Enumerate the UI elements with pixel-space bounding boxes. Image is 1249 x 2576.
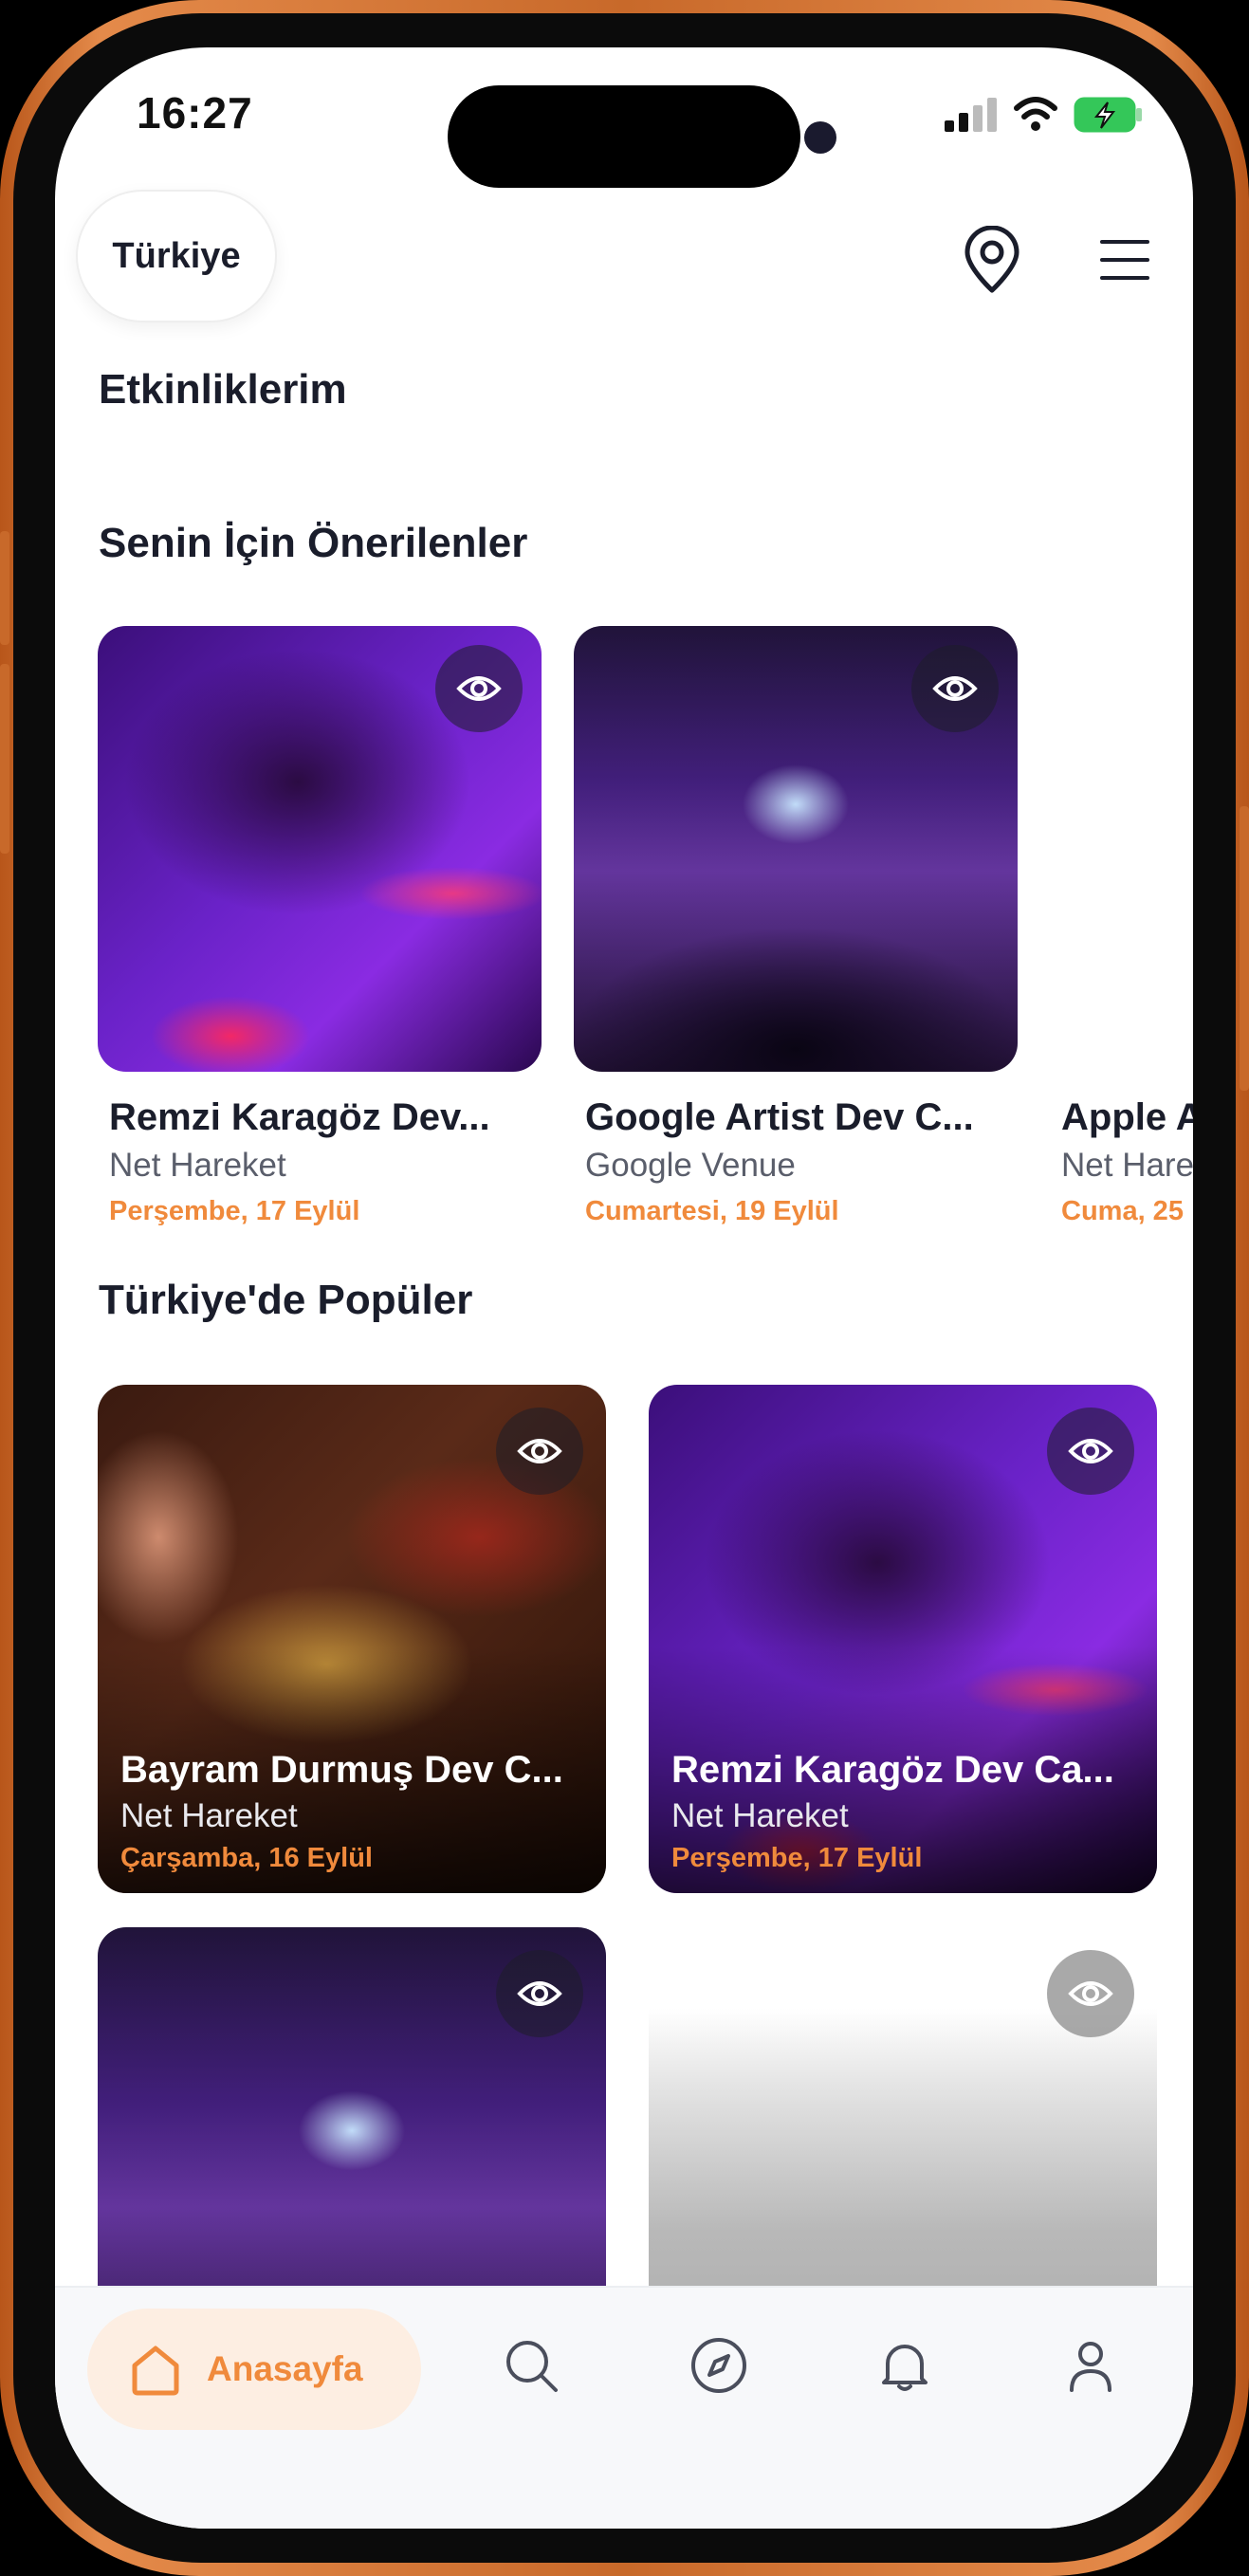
recommended-card[interactable]: Google Artist Dev C... Google Venue Cuma…: [574, 626, 1018, 1227]
home-icon: [132, 2346, 179, 2396]
my-events-title: Etkinliklerim: [99, 366, 347, 413]
event-image-dj: [98, 626, 542, 1072]
tab-home[interactable]: Anasayfa: [87, 2309, 421, 2430]
wifi-icon: [1014, 97, 1057, 131]
event-image-empty: [1050, 626, 1193, 1072]
recommended-title: Senin İçin Önerilenler: [99, 520, 528, 566]
eye-icon[interactable]: [496, 1950, 583, 2037]
screen: 16:27 Türkiye Etkinliklerim Senin İçin Ö…: [55, 47, 1193, 2529]
event-venue: Net Hareket: [671, 1797, 849, 1834]
profile-icon[interactable]: [1053, 2328, 1129, 2403]
event-title: Google Artist Dev C...: [585, 1096, 974, 1138]
event-title: Apple A: [1061, 1096, 1193, 1138]
event-venue: Net Hareket: [120, 1797, 298, 1834]
event-date: Cuma, 25: [1061, 1196, 1184, 1226]
event-date: Çarşamba, 16 Eylül: [120, 1843, 373, 1873]
event-title: Bayram Durmuş Dev C...: [120, 1749, 563, 1791]
popular-title: Türkiye'de Popüler: [99, 1277, 473, 1323]
event-date: Perşembe, 17 Eylül: [109, 1196, 360, 1226]
event-venue: Net Hareket: [109, 1147, 286, 1184]
power-button: [1240, 806, 1249, 1091]
event-date: Perşembe, 17 Eylül: [671, 1843, 923, 1873]
front-camera: [804, 121, 836, 154]
cellular-signal-icon: [945, 98, 997, 132]
status-icons: [945, 97, 1144, 133]
status-time: 16:27: [137, 88, 253, 138]
hamburger-menu-icon[interactable]: [1087, 222, 1163, 298]
eye-icon[interactable]: [911, 645, 999, 732]
event-venue: Net Hare: [1061, 1147, 1193, 1184]
country-selector[interactable]: Türkiye: [76, 190, 277, 322]
event-title: Remzi Karagöz Dev...: [109, 1096, 490, 1138]
location-pin-icon[interactable]: [954, 222, 1030, 298]
volume-down-button: [0, 664, 9, 854]
tab-home-label: Anasayfa: [207, 2349, 363, 2388]
popular-card[interactable]: Bayram Durmuş Dev C... Net Hareket Çarşa…: [98, 1385, 606, 1893]
popular-card[interactable]: Remzi Karagöz Dev Ca... Net Hareket Perş…: [649, 1385, 1157, 1893]
bell-icon[interactable]: [867, 2328, 943, 2403]
eye-icon[interactable]: [1047, 1950, 1134, 2037]
volume-up-button: [0, 531, 9, 645]
bottom-tab-bar: Anasayfa: [55, 2286, 1193, 2529]
battery-charging-icon: [1074, 97, 1142, 133]
event-image-concert: [574, 626, 1018, 1072]
recommended-card[interactable]: Apple A Net Hare Cuma, 25: [1050, 626, 1193, 1227]
event-venue: Google Venue: [585, 1147, 796, 1184]
recommended-card[interactable]: Remzi Karagöz Dev... Net Hareket Perşemb…: [98, 626, 542, 1227]
search-icon[interactable]: [493, 2328, 569, 2403]
event-title: Remzi Karagöz Dev Ca...: [671, 1749, 1114, 1791]
compass-icon[interactable]: [681, 2328, 757, 2403]
eye-icon[interactable]: [496, 1408, 583, 1495]
eye-icon[interactable]: [435, 645, 523, 732]
eye-icon[interactable]: [1047, 1408, 1134, 1495]
dynamic-island: [448, 85, 800, 188]
event-date: Cumartesi, 19 Eylül: [585, 1196, 839, 1226]
